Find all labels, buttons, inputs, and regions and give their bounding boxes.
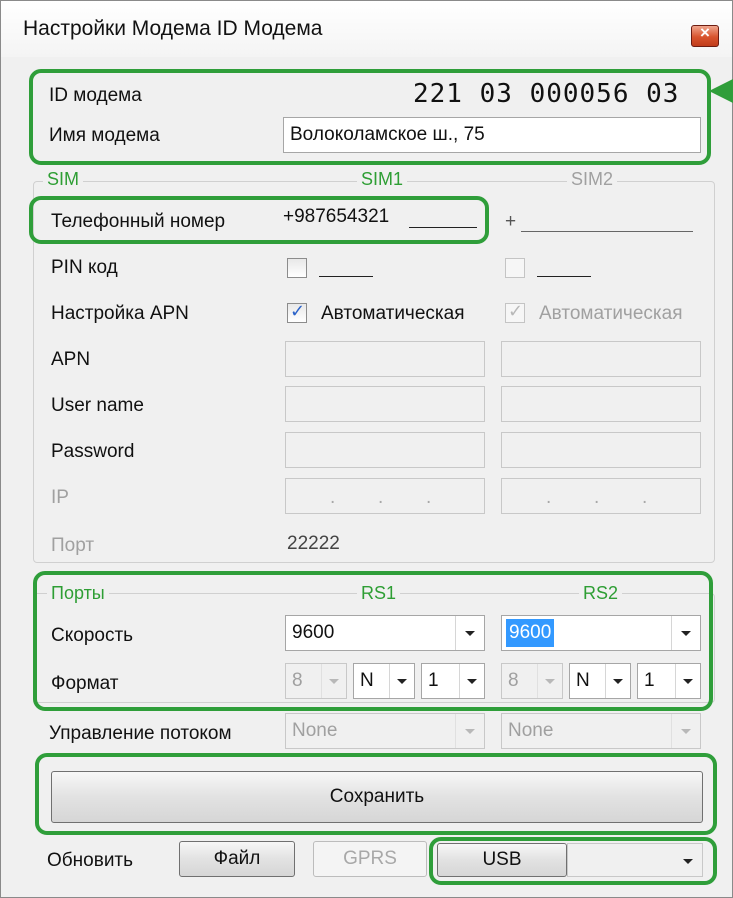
- sim2-phone-underline: [521, 231, 693, 232]
- port-value: 22222: [287, 533, 340, 554]
- sim1-apn-input[interactable]: [285, 341, 485, 377]
- highlight-modem-info: [29, 69, 711, 165]
- sim2-apn-auto-checkbox[interactable]: ✓: [505, 301, 525, 323]
- sim2-pin-underline: [537, 276, 591, 277]
- user-name-label: User name: [51, 395, 144, 416]
- sim1-column-title: SIM1: [357, 169, 408, 190]
- sim1-ip-input[interactable]: . . .: [285, 478, 485, 514]
- sim1-apn-auto-label[interactable]: Автоматическая: [321, 303, 464, 325]
- sim2-phone-value[interactable]: +: [505, 211, 516, 233]
- sim2-column-title: SIM2: [567, 169, 618, 190]
- apn-label: APN: [51, 349, 91, 370]
- close-button[interactable]: ×: [691, 23, 719, 47]
- password-label: Password: [51, 441, 135, 462]
- sim1-user-input[interactable]: [285, 386, 485, 422]
- chevron-down-icon[interactable]: [671, 714, 700, 748]
- sim1-password-input[interactable]: [285, 432, 485, 468]
- sim-group-title: SIM: [43, 169, 84, 190]
- chevron-down-icon[interactable]: [455, 714, 484, 748]
- file-button[interactable]: Файл: [179, 841, 295, 877]
- modem-settings-window: Настройки Модема ID Модема × ID модема 2…: [0, 0, 733, 898]
- sim2-password-input[interactable]: [501, 432, 701, 468]
- sim2-user-input[interactable]: [501, 386, 701, 422]
- window-title: Настройки Модема ID Модема: [23, 17, 323, 40]
- check-icon: ✓: [290, 301, 306, 321]
- highlight-ports: [33, 571, 713, 711]
- highlight-usb: [429, 837, 717, 885]
- rs2-flow-select[interactable]: None: [501, 713, 701, 749]
- sim2-apn-auto-label[interactable]: Автоматическая: [539, 303, 682, 325]
- ip-label: IP: [51, 487, 69, 508]
- rs2-flow-value: None: [508, 720, 554, 741]
- close-icon: ×: [700, 23, 710, 42]
- port-label: Порт: [51, 535, 95, 556]
- highlight-save: [35, 753, 717, 835]
- sim2-apn-input[interactable]: [501, 341, 701, 377]
- annotation-arrow-icon: [709, 79, 733, 103]
- highlight-phone-number: [29, 196, 489, 244]
- rs1-flow-value: None: [292, 720, 338, 741]
- pin-label: PIN код: [51, 257, 118, 278]
- gprs-button[interactable]: GPRS: [313, 841, 427, 877]
- rs1-flow-select[interactable]: None: [285, 713, 485, 749]
- title-bar[interactable]: Настройки Модема ID Модема ×: [1, 1, 732, 57]
- sim2-pin-checkbox[interactable]: [505, 258, 525, 278]
- check-icon: ✓: [508, 301, 524, 321]
- flow-control-label: Управление потоком: [49, 723, 232, 744]
- sim1-apn-auto-checkbox[interactable]: ✓: [287, 301, 307, 323]
- sim2-ip-input[interactable]: . . .: [501, 478, 701, 514]
- refresh-label: Обновить: [47, 850, 134, 871]
- sim1-pin-underline: [319, 276, 373, 277]
- apn-setup-label: Настройка APN: [51, 303, 189, 324]
- sim1-pin-checkbox[interactable]: [287, 258, 307, 278]
